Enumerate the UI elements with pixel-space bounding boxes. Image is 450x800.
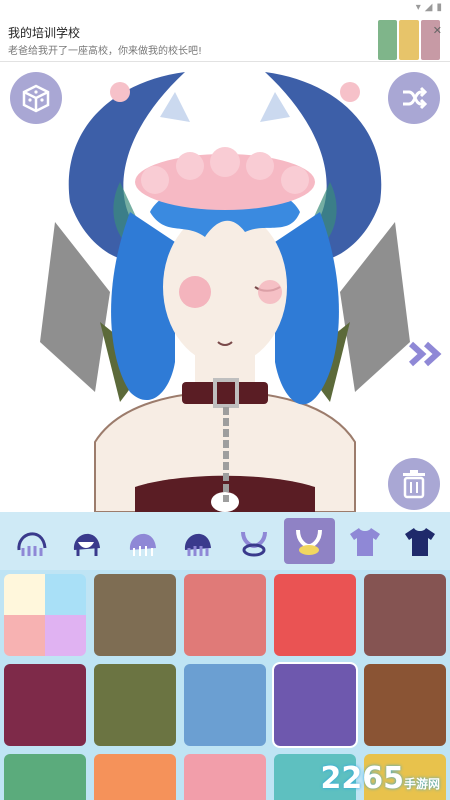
color-swatch[interactable] [94, 664, 176, 746]
double-chevron-right-icon [408, 341, 442, 367]
randomize-button[interactable] [10, 72, 62, 124]
site-watermark: 2265手游网 [320, 761, 440, 796]
horns-color-icon [296, 529, 323, 555]
crown-flower-1 [141, 166, 169, 194]
character-illustration [40, 72, 410, 512]
app-screen: ▾ ◢ ▮ 我的培训学校 老爸给我开了一座高校，你来做我的校长吧! ✕ 2265… [0, 0, 450, 800]
collar [182, 382, 268, 404]
crown-flower-4 [246, 152, 274, 180]
hair-front-1-icon [17, 532, 47, 556]
eye-flower-right [258, 280, 282, 304]
close-icon[interactable]: ✕ [433, 24, 442, 37]
color-swatch[interactable] [4, 664, 86, 746]
crown-flower-5 [281, 166, 309, 194]
tab-shirt[interactable] [339, 518, 391, 564]
hair-front-3-icon [129, 533, 156, 556]
tab-hair-front-4[interactable] [173, 518, 225, 564]
category-tabs [0, 512, 450, 570]
crystal-right [260, 92, 290, 122]
notification-subtitle: 老爸给我开了一座高校，你来做我的校长吧! [8, 46, 203, 57]
tab-shirt-dark[interactable] [395, 518, 447, 564]
notification-title: 我的培训学校 [8, 26, 81, 40]
battery-icon: ▮ [436, 2, 442, 13]
character-canvas [0, 62, 450, 512]
trash-icon [403, 470, 425, 499]
hair-front-2-icon [74, 533, 101, 556]
color-swatch[interactable] [274, 574, 356, 656]
dice-cube-icon [22, 84, 50, 113]
color-swatch[interactable] [184, 754, 266, 800]
notification-thumbnail [378, 20, 440, 60]
ad-notification[interactable]: ▾ ◢ ▮ 我的培训学校 老爸给我开了一座高校，你来做我的校长吧! ✕ [0, 0, 450, 62]
color-swatch[interactable] [364, 664, 446, 746]
throne-left [40, 222, 110, 392]
throne-right [340, 222, 410, 392]
color-swatch[interactable] [272, 662, 358, 748]
hair-front-4-icon [185, 533, 212, 556]
tab-hair-front-3[interactable] [117, 518, 169, 564]
tab-hair-front-2[interactable] [62, 518, 114, 564]
branch-flower-right [340, 82, 360, 102]
status-bar: ▾ ◢ ▮ [416, 2, 442, 13]
color-swatch[interactable] [364, 574, 446, 656]
delete-button[interactable] [388, 458, 440, 510]
next-button[interactable] [408, 340, 444, 375]
crown-flower-3 [210, 147, 240, 177]
shuffle-icon [403, 86, 428, 110]
tab-horns-color[interactable] [283, 518, 335, 564]
watermark-number: 2265 [320, 761, 404, 796]
signal-icon: ◢ [424, 2, 433, 13]
eye-flower [179, 276, 211, 308]
color-swatch[interactable] [94, 574, 176, 656]
color-swatch[interactable] [184, 574, 266, 656]
shirt-dark-icon [405, 528, 436, 556]
branch-flower-left [110, 82, 130, 102]
horns-icon [240, 531, 267, 557]
tab-hair-front-1[interactable] [6, 518, 58, 564]
shirt-icon [349, 528, 380, 556]
wifi-icon: ▾ [415, 2, 421, 13]
color-swatch[interactable] [184, 664, 266, 746]
tab-horns[interactable] [228, 518, 280, 564]
color-swatch[interactable] [94, 754, 176, 800]
watermark-site: 手游网 [403, 777, 440, 791]
color-swatch[interactable] [4, 754, 86, 800]
shuffle-button[interactable] [388, 72, 440, 124]
custom-color-swatch[interactable] [4, 574, 86, 656]
crystal-left [160, 92, 190, 122]
crown-flower-2 [176, 152, 204, 180]
